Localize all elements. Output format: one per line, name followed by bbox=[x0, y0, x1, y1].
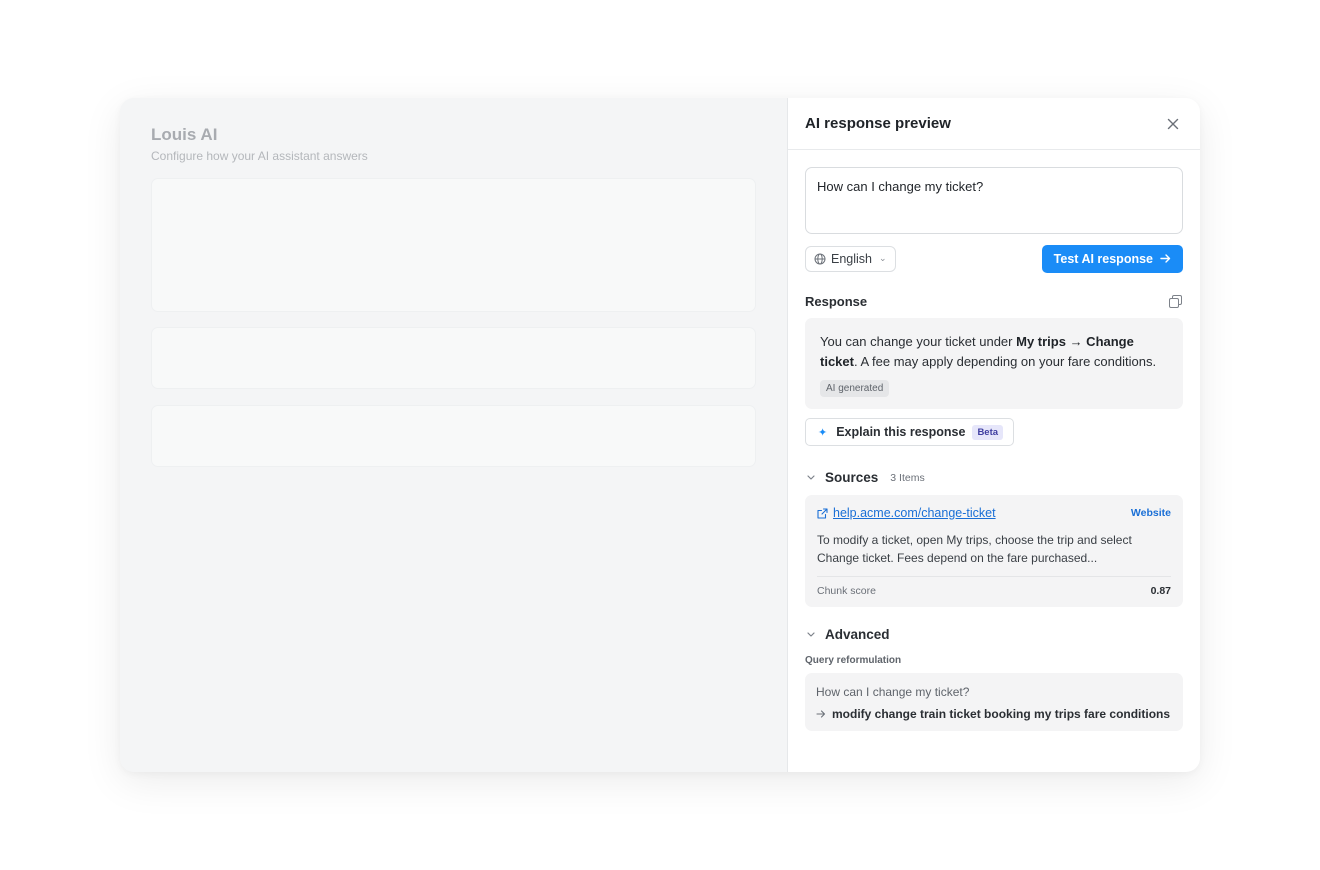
ai-preview-panel: AI response preview English ⌄ Test AI re… bbox=[787, 98, 1200, 772]
chunk-score-row: Chunk score 0.87 bbox=[817, 576, 1171, 597]
external-link-icon bbox=[817, 507, 828, 519]
original-query: How can I change my ticket? bbox=[816, 685, 970, 699]
source-url: help.acme.com/change-ticket bbox=[833, 506, 996, 520]
app-window: Louis AI Configure how your AI assistant… bbox=[120, 98, 1200, 772]
background-card bbox=[151, 178, 756, 312]
query-reformulation-label: Query reformulation bbox=[805, 655, 902, 666]
controls-row: English ⌄ Test AI response bbox=[805, 244, 1183, 273]
response-text: You can change your ticket under My trip… bbox=[820, 332, 1168, 371]
response-text-after: . A fee may apply depending on your fare… bbox=[853, 353, 1157, 369]
test-ai-response-button[interactable]: Test AI response bbox=[1041, 244, 1183, 273]
source-type-badge: Website bbox=[1130, 507, 1171, 519]
chunk-score-label: Chunk score bbox=[817, 585, 876, 597]
beta-badge: Beta bbox=[972, 424, 1004, 440]
advanced-toggle[interactable]: Advanced bbox=[805, 627, 1183, 642]
arrow-right-icon bbox=[816, 710, 826, 718]
source-header: help.acme.com/change-ticket Website bbox=[817, 506, 1171, 520]
chevron-down-icon: ⌄ bbox=[879, 253, 887, 263]
sparkle-icon: ✦ bbox=[818, 426, 828, 439]
source-link[interactable]: help.acme.com/change-ticket bbox=[817, 506, 996, 520]
close-icon bbox=[1167, 118, 1179, 129]
ai-generated-badge: AI generated bbox=[820, 380, 890, 397]
question-input[interactable] bbox=[805, 167, 1183, 234]
reformulated-query-row: modify change train ticket booking my tr… bbox=[816, 707, 1172, 721]
chevron-down-icon bbox=[807, 631, 815, 637]
background-title: Louis AI bbox=[151, 125, 218, 144]
globe-icon bbox=[814, 253, 826, 264]
panel-body: English ⌄ Test AI response Response You … bbox=[788, 150, 1200, 731]
close-button[interactable] bbox=[1162, 113, 1184, 135]
response-label: Response bbox=[805, 294, 868, 309]
language-select[interactable]: English ⌄ bbox=[805, 245, 896, 272]
background-card bbox=[151, 405, 756, 467]
background-subtitle: Configure how your AI assistant answers bbox=[151, 149, 368, 163]
panel-title: AI response preview bbox=[805, 115, 951, 132]
background-app: Louis AI Configure how your AI assistant… bbox=[120, 98, 787, 772]
advanced-title: Advanced bbox=[825, 627, 890, 642]
sources-count: 3 Items bbox=[890, 471, 925, 484]
panel-header: AI response preview bbox=[788, 98, 1200, 150]
response-header: Response bbox=[805, 294, 1183, 309]
arrow-right-icon bbox=[1160, 254, 1171, 263]
query-reformulation-box: How can I change my ticket? modify chang… bbox=[805, 673, 1183, 731]
source-card: help.acme.com/change-ticket Website To m… bbox=[805, 495, 1183, 607]
source-excerpt: To modify a ticket, open My trips, choos… bbox=[817, 533, 1132, 565]
chunk-score-value: 0.87 bbox=[1150, 585, 1171, 597]
reformulated-query: modify change train ticket booking my tr… bbox=[832, 707, 1171, 721]
language-label: English bbox=[831, 251, 872, 266]
sources-toggle[interactable]: Sources 3 Items bbox=[805, 470, 1183, 485]
explain-response-button[interactable]: ✦ Explain this response Beta bbox=[805, 418, 1015, 446]
explain-label: Explain this response bbox=[836, 425, 966, 439]
chevron-down-icon bbox=[807, 474, 815, 480]
background-card bbox=[151, 327, 756, 389]
sources-title: Sources bbox=[825, 470, 879, 485]
response-box: You can change your ticket under My trip… bbox=[805, 318, 1183, 409]
copy-icon[interactable] bbox=[1169, 294, 1183, 309]
test-button-label: Test AI response bbox=[1053, 251, 1153, 266]
response-text-before: You can change your ticket under bbox=[820, 334, 1017, 349]
